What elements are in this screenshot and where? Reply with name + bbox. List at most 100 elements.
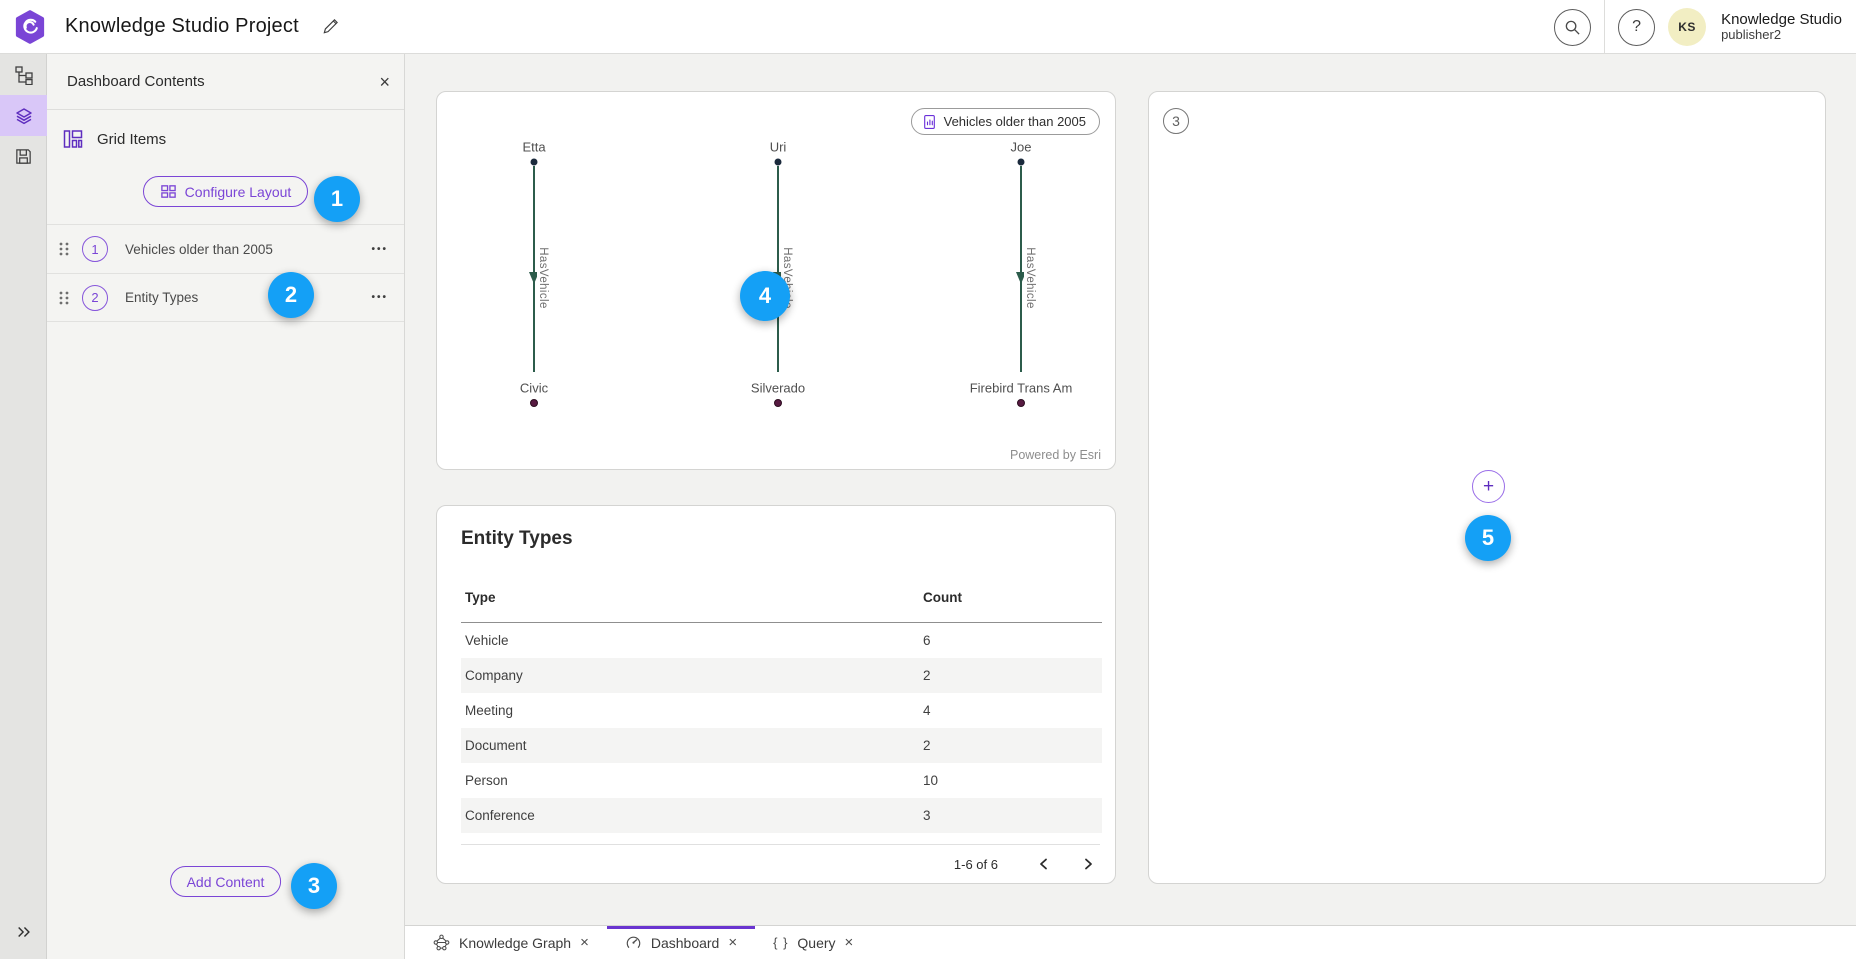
table-row[interactable]: Document 2 [461, 728, 1102, 763]
rail-item-dashboard-contents[interactable] [0, 95, 47, 136]
grid-item-list: 1 Vehicles older than 2005 ••• 2 Entity … [47, 224, 404, 322]
grid-items-label: Grid Items [97, 131, 166, 148]
graph-edge-line[interactable] [533, 166, 535, 372]
step-badge-3: 3 [291, 863, 337, 909]
hierarchy-icon [14, 65, 34, 85]
add-widget-button[interactable]: + [1472, 470, 1505, 503]
cell-count: 2 [919, 728, 1102, 763]
cell-count: 2 [919, 658, 1102, 693]
cell-type: Vehicle [461, 623, 919, 658]
graph-node-label[interactable]: Uri [770, 140, 787, 155]
item-number-badge: 1 [82, 236, 108, 262]
item-overflow-menu-icon[interactable]: ••• [371, 292, 388, 303]
cell-count: 3 [919, 798, 1102, 833]
column-header-type[interactable]: Type [461, 578, 919, 623]
cell-type: Document [461, 728, 919, 763]
cell-count: 6 [919, 623, 1102, 658]
drag-handle-icon[interactable] [55, 241, 73, 257]
tab-knowledge-graph[interactable]: Knowledge Graph × [415, 926, 607, 959]
user-name: Knowledge Studio [1721, 11, 1842, 28]
grid-item-row-entity-types[interactable]: 2 Entity Types ••• [47, 273, 404, 322]
add-content-button[interactable]: Add Content [170, 866, 282, 897]
graph-edge-label: HasVehicle [1024, 245, 1036, 311]
step-badge-1: 1 [314, 176, 360, 222]
column-header-count[interactable]: Count [919, 578, 1102, 623]
tab-dashboard[interactable]: Dashboard × [607, 926, 755, 959]
graph-edge-line[interactable] [777, 166, 779, 372]
avatar[interactable]: KS [1668, 8, 1706, 46]
drag-handle-icon[interactable] [55, 290, 73, 306]
add-content-label: Add Content [187, 874, 265, 890]
cell-type: Conference [461, 798, 919, 833]
table-row[interactable]: Company 2 [461, 658, 1102, 693]
graph-node-label[interactable]: Joe [1011, 140, 1032, 155]
chevron-left-icon [1038, 858, 1049, 870]
bottom-tab-bar: Knowledge Graph × Dashboard × { } Query … [405, 925, 1856, 959]
table-row[interactable]: Meeting 4 [461, 693, 1102, 728]
graph-node-dot[interactable] [775, 159, 782, 166]
expand-rail-button[interactable] [0, 913, 47, 951]
cell-count: 10 [919, 763, 1102, 798]
item-label: Entity Types [125, 290, 198, 305]
cell-type: Person [461, 763, 919, 798]
esri-attribution: Powered by Esri [1010, 448, 1101, 462]
step-badge-5: 5 [1465, 515, 1511, 561]
graph-node-label[interactable]: Firebird Trans Am [970, 381, 1073, 396]
grid-cell-number: 3 [1163, 108, 1189, 134]
table-header-row: Type Count [461, 578, 1102, 623]
search-button[interactable] [1554, 9, 1591, 46]
graph-node-label[interactable]: Silverado [751, 381, 805, 396]
graph-node-label[interactable]: Civic [520, 381, 548, 396]
table-row[interactable]: Conference 3 [461, 798, 1102, 833]
layout-grid-icon [160, 183, 177, 200]
configure-layout-button[interactable]: Configure Layout [143, 176, 309, 207]
help-button[interactable]: ? [1618, 9, 1655, 46]
user-identity[interactable]: Knowledge Studio publisher2 [1721, 11, 1842, 43]
close-tab-icon[interactable]: × [580, 935, 589, 950]
graph-node-dot[interactable] [530, 399, 538, 407]
braces-icon: { } [773, 935, 788, 950]
previous-page-button[interactable] [1032, 854, 1055, 874]
next-page-button[interactable] [1077, 854, 1100, 874]
rail-item-data-model[interactable] [0, 54, 47, 95]
edit-title-button[interactable] [321, 17, 340, 36]
knowledge-graph-icon [433, 934, 450, 951]
close-tab-icon[interactable]: × [845, 935, 854, 950]
item-label: Vehicles older than 2005 [125, 242, 273, 257]
tab-query[interactable]: { } Query × [755, 926, 871, 959]
empty-grid-cell[interactable]: 3 + 5 [1148, 91, 1826, 884]
help-icon: ? [1632, 18, 1641, 36]
item-overflow-menu-icon[interactable]: ••• [371, 244, 388, 255]
chevron-right-icon [1083, 858, 1094, 870]
grid-item-row-vehicles[interactable]: 1 Vehicles older than 2005 ••• [47, 224, 404, 273]
grid-items-section-header: Grid Items [47, 128, 404, 150]
tab-label: Knowledge Graph [459, 935, 571, 951]
dashboard-canvas: Vehicles older than 2005 Etta HasVehicle… [405, 54, 1856, 925]
graph-node-dot[interactable] [1017, 399, 1025, 407]
graph-node-dot[interactable] [531, 159, 538, 166]
graph-edge-label: HasVehicle [537, 245, 549, 311]
header-divider [1604, 0, 1605, 54]
close-panel-button[interactable]: × [379, 73, 390, 91]
pagination-range: 1-6 of 6 [954, 857, 998, 872]
user-role: publisher2 [1721, 28, 1842, 43]
graph-node-dot[interactable] [774, 399, 782, 407]
rail-item-save[interactable] [0, 136, 47, 177]
cell-count: 4 [919, 693, 1102, 728]
link-chart-card[interactable]: Vehicles older than 2005 Etta HasVehicle… [436, 91, 1116, 470]
app-window: Knowledge Studio Project ? KS Knowledge … [0, 0, 1856, 959]
tab-label: Dashboard [651, 935, 720, 951]
graph-node-label[interactable]: Etta [522, 140, 545, 155]
cell-type: Meeting [461, 693, 919, 728]
entity-types-card[interactable]: Entity Types Type Count Vehicle 6 Compan… [436, 505, 1116, 884]
graph-edge-line[interactable] [1020, 166, 1022, 372]
step-badge-4: 4 [740, 271, 790, 321]
table-row[interactable]: Vehicle 6 [461, 623, 1102, 658]
grid-layout-icon [62, 128, 84, 150]
chart-source-pill[interactable]: Vehicles older than 2005 [911, 108, 1100, 135]
panel-header: Dashboard Contents × [47, 54, 404, 110]
close-tab-icon[interactable]: × [728, 935, 737, 950]
layers-icon [14, 106, 34, 126]
table-row[interactable]: Person 10 [461, 763, 1102, 798]
graph-node-dot[interactable] [1018, 159, 1025, 166]
